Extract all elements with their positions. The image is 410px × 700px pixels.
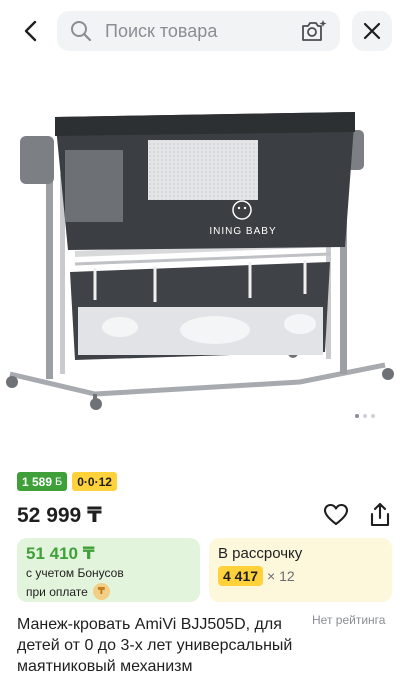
gallery-pager <box>355 414 375 418</box>
bonus-payment-label: при оплате <box>26 584 88 599</box>
promo-badges: 1 589 Б 0·0·12 <box>17 472 117 491</box>
installment-badge: 0·0·12 <box>72 472 117 491</box>
bonus-icon: Б <box>55 475 63 488</box>
pager-dot <box>371 414 375 418</box>
bonus-badge: 1 589 Б <box>17 472 68 491</box>
bonus-price-note-2: при оплате ₸ <box>26 583 110 600</box>
bonus-price-note: с учетом Бонусов <box>26 566 124 580</box>
back-arrow-icon <box>24 20 37 42</box>
product-title: Манеж-кровать AmiVi BJJ505D, для детей о… <box>17 616 293 675</box>
close-icon <box>363 22 381 40</box>
brand-logo-text: INING BABY <box>209 226 276 237</box>
bonus-coin-icon: ₸ <box>92 583 110 600</box>
installment-row: 4 417 × 12 <box>218 566 295 586</box>
heart-icon[interactable] <box>323 502 349 528</box>
search-icon <box>71 21 92 42</box>
installment-card[interactable]: В рассрочку 4 417 × 12 <box>209 538 392 602</box>
bonus-price-amount: 51 410 ₸ <box>26 544 95 563</box>
installment-badge-label: 0·0·12 <box>77 474 112 489</box>
bonus-price-card[interactable]: 51 410 ₸ с учетом Бонусов при оплате ₸ <box>17 538 200 602</box>
search-input[interactable] <box>105 11 295 51</box>
price-row: 52 999 ₸ <box>17 501 395 529</box>
installment-amount: 4 417 <box>218 566 264 586</box>
bonus-badge-label: 1 589 <box>22 474 53 489</box>
search-bar[interactable] <box>57 11 340 51</box>
camera-icon[interactable] <box>300 18 328 44</box>
crib-illustration: INING BABY <box>6 112 394 410</box>
top-bar <box>0 0 410 62</box>
product-image[interactable]: INING BABY <box>0 62 410 417</box>
installment-multiplier: × 12 <box>267 568 295 584</box>
close-button[interactable] <box>352 11 392 51</box>
installment-title: В рассрочку <box>218 545 303 562</box>
pager-dot <box>355 414 359 418</box>
product-price: 52 999 ₸ <box>17 504 102 527</box>
rating-status[interactable]: Нет рейтинга <box>312 613 385 627</box>
pager-dot <box>363 414 367 418</box>
share-icon[interactable] <box>367 501 393 529</box>
back-button[interactable] <box>14 14 48 48</box>
